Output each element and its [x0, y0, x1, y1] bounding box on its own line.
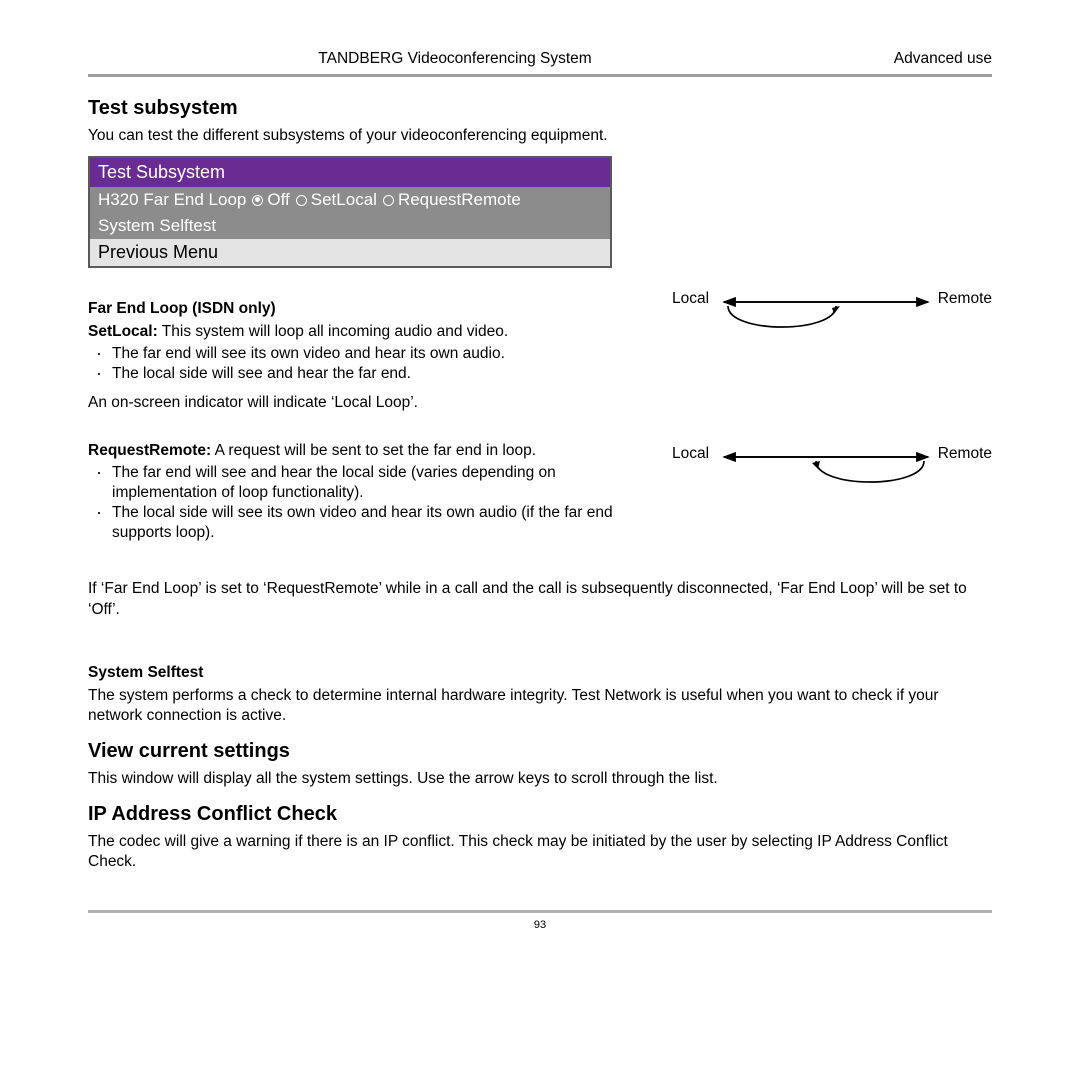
setlocal-text: This system will loop all incoming audio… [158, 323, 508, 340]
reqremote-bullets: The far end will see and hear the local … [88, 463, 660, 544]
loop-arrow-icon [716, 449, 936, 499]
diagram-remote-label: Remote [938, 445, 992, 463]
radio-icon [252, 195, 263, 206]
view-settings-heading: View current settings [88, 740, 992, 763]
loop-diagram-reqremote: Local Remote [672, 445, 992, 515]
setlocal-bullets: The far end will see its own video and h… [88, 344, 660, 384]
list-item: The local side will see and hear the far… [102, 364, 660, 384]
list-item: The far end will see its own video and h… [102, 344, 660, 364]
farend-title: Far End Loop (ISDN only) [88, 300, 660, 318]
systemselftest-body: The system performs a check to determine… [88, 686, 992, 726]
farend-note: If ‘Far End Loop’ is set to ‘RequestRemo… [88, 579, 992, 619]
radio-icon [296, 195, 307, 206]
setlocal-indicator: An on-screen indicator will indicate ‘Lo… [88, 393, 660, 413]
row-label: H320 Far End Loop [98, 190, 246, 210]
test-subsystem-panel: Test Subsystem H320 Far End Loop Off Set… [88, 156, 612, 268]
header-section: Advanced use [822, 50, 992, 68]
diagram-local-label: Local [672, 445, 709, 463]
reqremote-section: RequestRemote: A request will be sent to… [88, 441, 992, 552]
radio-off-label: Off [267, 190, 289, 210]
view-settings-body: This window will display all the system … [88, 769, 992, 789]
panel-row-farendloop: H320 Far End Loop Off SetLocal RequestRe… [90, 187, 610, 213]
radio-setlocal[interactable]: SetLocal [296, 190, 377, 210]
reqremote-desc: RequestRemote: A request will be sent to… [88, 441, 660, 461]
prev-label: Previous Menu [98, 242, 218, 262]
test-subsystem-intro: You can test the different subsystems of… [88, 126, 992, 146]
horizontal-rule [88, 74, 992, 77]
reqremote-text: A request will be sent to set the far en… [211, 442, 536, 459]
selftest-label: System Selftest [98, 216, 216, 236]
page-number: 93 [88, 919, 992, 931]
setlocal-desc: SetLocal: This system will loop all inco… [88, 322, 660, 342]
document-page: TANDBERG Videoconferencing System Advanc… [0, 0, 1080, 961]
test-subsystem-heading: Test subsystem [88, 97, 992, 120]
ip-check-heading: IP Address Conflict Check [88, 803, 992, 826]
diagram-local-label: Local [672, 290, 709, 308]
reqremote-bold: RequestRemote: [88, 442, 211, 459]
radio-setlocal-label: SetLocal [311, 190, 377, 210]
radio-requestremote[interactable]: RequestRemote [383, 190, 521, 210]
loop-arrow-icon: Remote with both heads --> [716, 294, 936, 344]
page-header: TANDBERG Videoconferencing System Advanc… [88, 50, 992, 74]
panel-previous-menu[interactable]: Previous Menu [90, 239, 610, 266]
systemselftest-title: System Selftest [88, 664, 992, 682]
setlocal-bold: SetLocal: [88, 323, 158, 340]
ip-check-body: The codec will give a warning if there i… [88, 832, 992, 872]
header-title: TANDBERG Videoconferencing System [88, 50, 822, 68]
horizontal-rule [88, 910, 992, 913]
radio-icon [383, 195, 394, 206]
radio-off[interactable]: Off [252, 190, 289, 210]
list-item: The far end will see and hear the local … [102, 463, 660, 503]
list-item: The local side will see its own video an… [102, 503, 660, 543]
loop-diagram-setlocal: Local Remote Remote with both heads --> [672, 290, 992, 360]
farend-section: Far End Loop (ISDN only) SetLocal: This … [88, 286, 992, 423]
diagram-remote-label: Remote [938, 290, 992, 308]
panel-row-selftest[interactable]: System Selftest [90, 213, 610, 239]
radio-requestremote-label: RequestRemote [398, 190, 521, 210]
panel-title: Test Subsystem [90, 158, 610, 187]
